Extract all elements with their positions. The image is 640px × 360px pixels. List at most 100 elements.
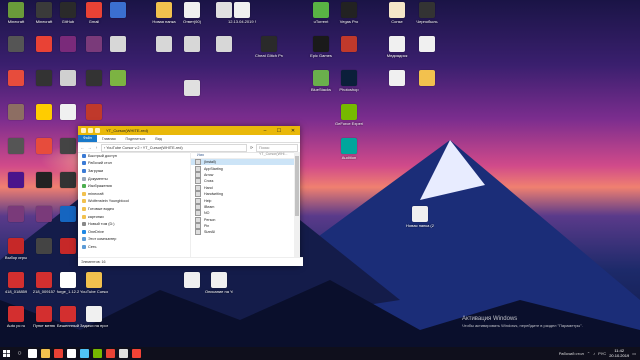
column-header-name[interactable]: Имя [191, 152, 294, 159]
desktop-shortcut[interactable]: Audition [335, 138, 363, 160]
desktop-shortcut[interactable] [2, 104, 30, 121]
desktop-shortcut[interactable] [383, 70, 411, 87]
nav-item[interactable]: Изображения [78, 182, 190, 190]
desktop-shortcut[interactable]: Conse [383, 2, 411, 24]
desktop-shortcut[interactable] [2, 206, 30, 223]
properties-icon[interactable] [88, 128, 93, 133]
desktop-shortcut[interactable]: GeForce Experience [335, 104, 363, 126]
scrollbar-thumb[interactable] [295, 156, 299, 216]
desktop-shortcut[interactable] [413, 70, 441, 87]
window-titlebar[interactable]: YT_Cursor(WHITE-red) – ☐ ✕ [78, 126, 300, 135]
address-path[interactable]: › YouTube Cursor v.2 › YT_Cursor(WHITE-r… [101, 143, 247, 152]
desktop-shortcut[interactable]: 418_018859 [2, 272, 30, 294]
desktop-shortcut[interactable]: Cheat Glitch Profession [255, 36, 283, 58]
photoshop-icon [341, 70, 357, 86]
desktop-shortcut[interactable]: Задачи на програм [80, 306, 108, 328]
nav-item[interactable]: OneDrive [78, 228, 190, 236]
desktop-shortcut[interactable]: Описание на YouTube [205, 272, 233, 294]
search-input[interactable]: Поиск: YT_Cursor(WHI... [256, 143, 298, 156]
desktop-shortcut[interactable]: Выбор игры [2, 238, 30, 260]
nav-item[interactable]: Wolfenstein Youngblood [78, 198, 190, 206]
clock[interactable]: 11:42 20.10.2019 [609, 348, 629, 358]
desktop-shortcut[interactable]: BlueStacks [307, 70, 335, 92]
notifications-icon[interactable]: ▭ [632, 351, 636, 356]
desktop-shortcut[interactable] [335, 36, 363, 53]
tray-desktop-label[interactable]: Рабочий стол [559, 351, 584, 356]
nav-item[interactable]: Рабочий стол [78, 160, 190, 168]
nav-item[interactable]: Новый том (D:) [78, 220, 190, 228]
new-folder-icon[interactable] [95, 128, 100, 133]
desktop-shortcut[interactable]: Vegas Pro [335, 2, 363, 24]
app-icon[interactable] [119, 349, 128, 358]
nav-item[interactable]: Загрузки [78, 167, 190, 175]
desktop-shortcut[interactable] [54, 70, 82, 87]
desktop-shortcut[interactable]: Новая папка (2) [406, 206, 434, 228]
desktop-shortcut[interactable]: Медиадиск [383, 36, 411, 58]
vegas-icon[interactable] [80, 349, 89, 358]
folder-icon[interactable] [81, 128, 86, 133]
nav-item[interactable]: Готовые видео [78, 205, 190, 213]
desktop-shortcut[interactable]: uTorrent [307, 2, 335, 24]
nav-item[interactable]: Этот компьютер [78, 236, 190, 244]
desktop-shortcut[interactable] [178, 36, 206, 53]
desktop-shortcut[interactable] [80, 104, 108, 121]
desktop-shortcut[interactable]: Minecraft [2, 2, 30, 24]
desktop-shortcut[interactable] [413, 36, 441, 53]
search-icon[interactable]: ○ [13, 347, 26, 360]
file-list-scrollbar[interactable] [294, 152, 300, 258]
volume-icon[interactable]: ♪ [593, 351, 595, 356]
tray-arrow-icon[interactable]: ⌃ [587, 351, 590, 356]
desktop-shortcut[interactable]: Auto pc ru [2, 306, 30, 328]
desktop-shortcut[interactable] [2, 172, 30, 189]
desktop-shortcut[interactable] [150, 36, 178, 53]
desktop-shortcut[interactable]: Ответ(60) [178, 2, 206, 24]
desktop-shortcut[interactable]: Новая папка [150, 2, 178, 24]
desktop-shortcut[interactable]: GitHub [54, 2, 82, 24]
desktop-shortcut[interactable] [2, 36, 30, 53]
desktop-shortcut[interactable] [178, 80, 206, 97]
nav-item[interactable]: minecraft [78, 190, 190, 198]
up-icon[interactable]: ↑ [94, 145, 99, 150]
desktop-shortcut[interactable] [54, 104, 82, 121]
desktop-shortcut[interactable] [210, 36, 238, 53]
desktop-shortcut[interactable]: YouTube Cursor v.2 [80, 272, 108, 294]
language-indicator[interactable]: РУС [598, 351, 606, 356]
task-view-icon[interactable] [28, 349, 37, 358]
app-icon[interactable] [106, 349, 115, 358]
start-button[interactable] [0, 347, 13, 360]
desktop-shortcut[interactable] [104, 70, 132, 87]
desktop-shortcut[interactable] [104, 2, 132, 19]
nav-item[interactable]: картинки [78, 213, 190, 221]
tab-file[interactable]: Файл [78, 135, 97, 142]
close-button[interactable]: ✕ [286, 126, 300, 135]
desktop-shortcut[interactable] [2, 138, 30, 155]
desktop-shortcut[interactable] [178, 272, 206, 289]
tab-home[interactable]: Главная [97, 137, 121, 141]
tab-share[interactable]: Поделиться [121, 137, 151, 141]
nvidia-icon[interactable] [93, 349, 102, 358]
desktop-shortcut[interactable]: Чернобыль [413, 2, 441, 24]
desktop-shortcut[interactable]: Epic Games [307, 36, 335, 58]
store-icon[interactable] [67, 349, 76, 358]
app-icon[interactable] [132, 349, 141, 358]
desktop-shortcut[interactable] [54, 36, 82, 53]
desktop-shortcut[interactable] [104, 36, 132, 53]
desktop-shortcut[interactable] [2, 70, 30, 87]
explorer-icon[interactable] [41, 349, 50, 358]
back-icon[interactable]: ← [80, 145, 85, 150]
file-row[interactable]: SizeAll [191, 229, 294, 236]
file-explorer-window[interactable]: YT_Cursor(WHITE-red) – ☐ ✕ Файл Главная … [78, 126, 303, 266]
maximize-button[interactable]: ☐ [272, 126, 286, 135]
desktop-shortcut[interactable]: Бешеннный [54, 306, 82, 328]
nav-item[interactable]: Сеть [78, 243, 190, 251]
desktop-shortcut[interactable]: Photoshop [335, 70, 363, 92]
chrome-icon[interactable] [54, 349, 63, 358]
nav-item[interactable]: Документы [78, 175, 190, 183]
nav-item[interactable]: Быстрый доступ [78, 152, 190, 160]
refresh-icon[interactable]: ⟳ [249, 145, 254, 150]
minimize-button[interactable]: – [258, 126, 272, 135]
desktop-shortcut[interactable]: forge_1.12.2 [54, 272, 82, 294]
desktop-shortcut[interactable]: 12.13.04.2019 Seminar Data [228, 2, 256, 24]
tab-view[interactable]: Вид [150, 137, 167, 141]
forward-icon[interactable]: → [87, 145, 92, 150]
